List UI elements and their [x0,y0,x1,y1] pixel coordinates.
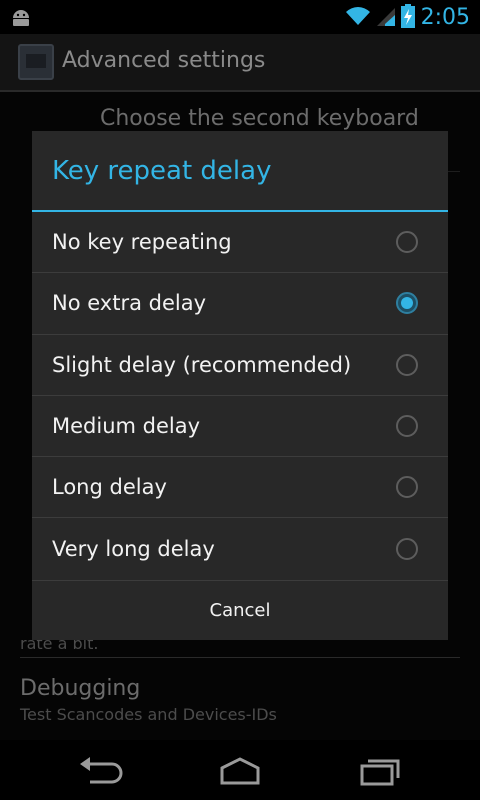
option-no-key-repeating[interactable]: No key repeating [32,212,448,274]
dialog-title: Key repeat delay [32,131,448,212]
option-label: Slight delay (recommended) [52,352,352,377]
option-very-long-delay[interactable]: Very long delay [32,518,448,579]
home-icon[interactable] [216,756,264,786]
status-time: 2:05 [420,5,470,30]
signal-icon [376,6,395,30]
battery-charging-icon [400,4,415,32]
action-bar: Advanced settings [0,34,480,92]
recent-apps-icon[interactable] [358,756,406,786]
android-notification-icon [10,8,32,30]
radio-button[interactable] [396,353,418,376]
cancel-button[interactable]: Cancel [32,580,448,640]
radio-button[interactable] [396,538,418,561]
option-long-delay[interactable]: Long delay [32,457,448,519]
list-item-subtitle: Test Scancodes and Devices-IDs [20,705,277,724]
wifi-icon [345,6,371,30]
status-bar: 2:05 [0,0,480,34]
option-label: No extra delay [52,291,207,316]
option-slight-delay[interactable]: Slight delay (recommended) [32,335,448,396]
radio-button-checked[interactable] [396,292,418,315]
option-no-extra-delay[interactable]: No extra delay [32,273,448,335]
option-label: Long delay [52,475,167,500]
back-icon[interactable] [76,756,124,786]
app-icon[interactable] [18,44,54,80]
option-medium-delay[interactable]: Medium delay [32,396,448,458]
radio-button[interactable] [396,231,418,254]
key-repeat-delay-dialog: Key repeat delay No key repeating No ext… [32,131,448,640]
radio-button[interactable] [396,476,418,499]
radio-button[interactable] [396,415,418,438]
list-item-debugging[interactable]: Debugging Test Scancodes and Devices-IDs [20,676,460,736]
option-label: Very long delay [52,537,215,562]
option-label: No key repeating [52,230,232,255]
list-item-title: Debugging [20,676,141,701]
option-label: Medium delay [52,414,201,439]
page-title: Advanced settings [62,48,266,73]
navigation-bar [0,740,480,800]
